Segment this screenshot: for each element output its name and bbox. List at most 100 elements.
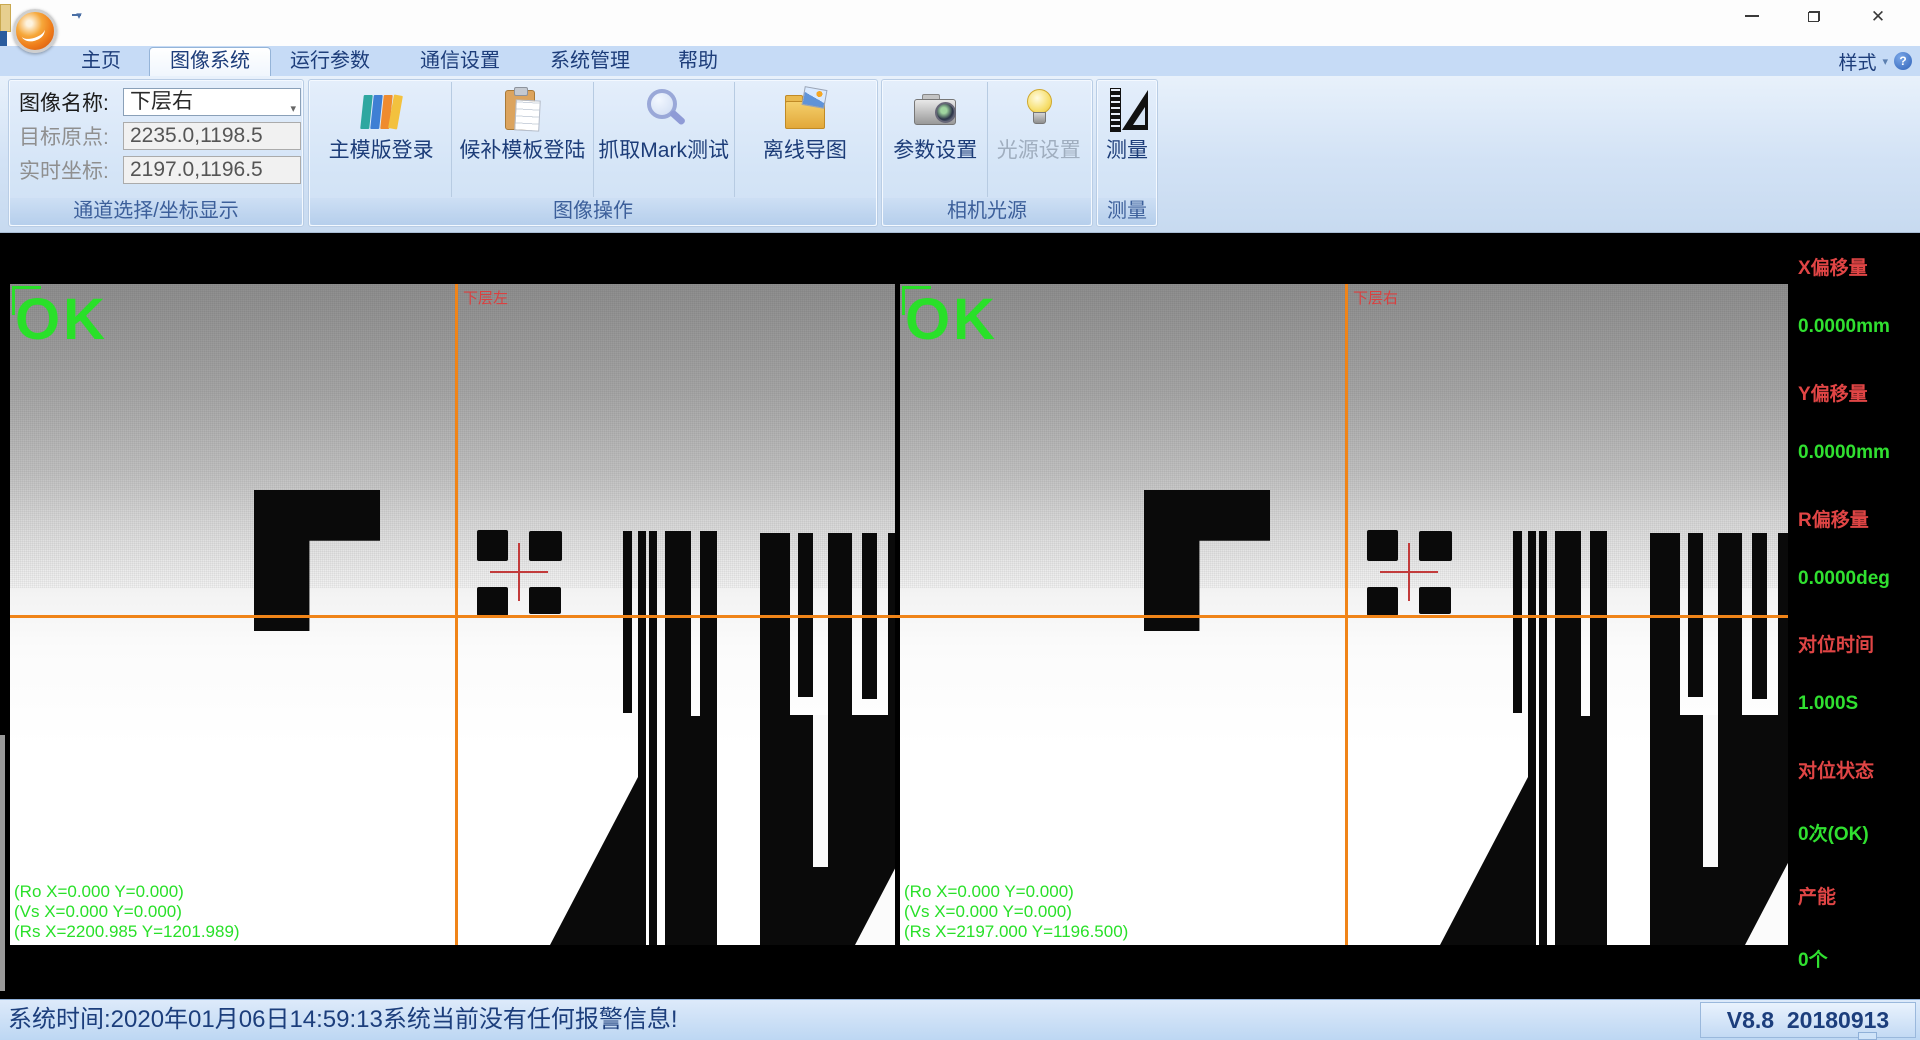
image-name-combo[interactable]: 下层右 ▾ [123,88,301,116]
grab-mark-test-button[interactable]: 抓取Mark测试 [594,82,735,197]
style-menu[interactable]: 样式 [1838,48,1876,75]
pcb-lower-column [665,716,717,945]
ruler-icon [1104,86,1150,132]
menu-bar: 主页 图像系统 运行参数 通信设置 系统管理 帮助 样式 ▾ ? [0,46,1920,76]
bottom-edge-artifact [1858,1032,1877,1040]
realtime-coord-label: 实时坐标: [19,160,109,183]
backup-template-login-button[interactable]: 候补模板登陆 [452,82,594,197]
align-status-value: 0次(OK) [1798,824,1869,845]
books-icon [358,86,404,132]
quick-access-dropdown-icon[interactable]: ▾ [72,11,86,30]
measurement-sidebar: X偏移量 0.0000mm Y偏移量 0.0000mm R偏移量 0.0000d… [1793,233,1920,999]
coord-line: (Rs X=2197.000 Y=1196.500) [904,922,1129,941]
minimize-icon [1745,15,1759,17]
group-caption-measure: 测量 [1098,198,1156,225]
style-dropdown-icon[interactable]: ▾ [1882,55,1888,68]
camera-name-label: 下层左 [463,290,509,307]
pcb-white-slit [813,715,828,867]
clipboard-icon [499,86,545,132]
result-text: OK [905,287,998,352]
tab-comm-settings[interactable]: 通信设置 [420,46,500,76]
restore-icon [1808,10,1820,22]
minimize-button[interactable] [1730,4,1774,28]
system-status-message: 系统时间:2020年01月06日14:59:13系统当前没有任何报警信息! [8,1006,678,1033]
r-offset-label: R偏移量 [1798,510,1869,531]
restore-button[interactable] [1792,4,1836,28]
pcb-white-cut [855,859,895,945]
group-channel-select: 图像名称: 下层右 ▾ 目标原点: 2235.0,1198.5 实时坐标: 21… [8,79,304,227]
pcb-white-cut [1745,859,1788,945]
group-image-ops: 主模版登录 候补模板登陆 抓取Mark测试 离线导图 图像操作 [308,79,878,227]
offline-map-button[interactable]: 离线导图 [735,82,875,197]
button-label: 离线导图 [762,139,847,162]
group-camera-light: 参数设置 光源设置 相机光源 [881,79,1093,227]
tab-home[interactable]: 主页 [81,46,121,76]
y-offset-value: 0.0000mm [1798,442,1890,463]
target-origin-field: 2235.0,1198.5 [123,122,301,150]
button-label: 候补模板登陆 [459,139,586,162]
bulb-icon [1016,86,1062,132]
combo-dropdown-icon[interactable]: ▾ [290,96,296,122]
pcb-right-mass [1650,715,1788,945]
image-name-label: 图像名称: [19,92,109,115]
master-template-login-button[interactable]: 主模版登录 [311,82,453,197]
tab-image-system[interactable]: 图像系统 [149,47,271,76]
coord-line: (Vs X=0.000 Y=0.000) [904,902,1072,921]
tab-system-admin[interactable]: 系统管理 [550,46,630,76]
coord-line: (Vs X=0.000 Y=0.000) [14,902,182,921]
pcb-lower-column [1555,716,1607,945]
horizontal-crosshair-line [10,615,1788,618]
version-badge: V8.8 20180913 [1700,1002,1916,1038]
title-bar: ▾ ✕ [0,0,1920,57]
camera-name-label: 下层右 [1353,290,1399,307]
red-cross-icon [518,543,520,601]
qat-bar [72,14,81,16]
y-offset-label: Y偏移量 [1798,384,1868,405]
group-caption-image-ops: 图像操作 [310,198,876,225]
main-area: OK 下层左 (Ro X=0.000 Y=0.000) (Vs X=0.000 … [0,233,1920,999]
tab-run-params[interactable]: 运行参数 [290,46,370,76]
application-window: ▾ ✕ 主页 图像系统 运行参数 通信设置 系统管理 帮助 样式 ▾ ? 图像名… [0,0,1920,1040]
button-label: 参数设置 [893,139,978,162]
red-cross-icon [1408,543,1410,601]
button-label: 测量 [1106,139,1148,162]
folder-image-icon [782,86,828,132]
group-caption-camera-light: 相机光源 [883,198,1091,225]
edge-artifact [0,4,11,32]
group-measure: 测量 测量 [1096,79,1158,227]
button-label: 光源设置 [996,139,1081,162]
left-edge-scrollbar[interactable] [0,735,5,991]
pcb-right-mass [760,715,895,945]
status-bar: 系统时间:2020年01月06日14:59:13系统当前没有任何报警信息! V8… [0,999,1920,1040]
x-offset-value: 0.0000mm [1798,316,1890,337]
target-origin-label: 目标原点: [19,126,109,149]
close-icon: ✕ [1870,6,1886,26]
align-time-value: 1.000S [1798,693,1859,714]
align-status-label: 对位状态 [1798,761,1875,782]
param-settings-button[interactable]: 参数设置 [884,82,988,197]
image-name-value: 下层右 [130,90,193,113]
light-settings-button[interactable]: 光源设置 [988,82,1091,197]
measure-button[interactable]: 测量 [1099,82,1155,197]
close-button[interactable]: ✕ [1856,4,1900,28]
result-text: OK [15,287,108,352]
realtime-coord-field: 2197.0,1196.5 [123,156,301,184]
coordinate-readout: (Ro X=0.000 Y=0.000) (Vs X=0.000 Y=0.000… [14,882,240,942]
tab-help[interactable]: 帮助 [678,46,718,76]
capacity-label: 产能 [1798,887,1837,908]
r-offset-value: 0.0000deg [1798,568,1890,589]
magnifier-icon [641,86,687,132]
group-caption-channel: 通道选择/坐标显示 [10,198,302,225]
button-label: 抓取Mark测试 [598,139,729,162]
align-time-label: 对位时间 [1798,635,1875,656]
x-offset-label: X偏移量 [1798,258,1868,279]
button-label: 主模版登录 [328,139,434,162]
coord-line: (Ro X=0.000 Y=0.000) [14,882,184,901]
coordinate-readout: (Ro X=0.000 Y=0.000) (Vs X=0.000 Y=0.000… [904,882,1128,942]
capacity-value: 0个 [1798,950,1828,971]
coord-line: (Ro X=0.000 Y=0.000) [904,882,1074,901]
coord-line: (Rs X=2200.985 Y=1201.989) [14,922,240,941]
pcb-white-slit [1703,715,1718,867]
app-logo-icon[interactable] [13,9,57,53]
help-icon[interactable]: ? [1894,52,1912,70]
